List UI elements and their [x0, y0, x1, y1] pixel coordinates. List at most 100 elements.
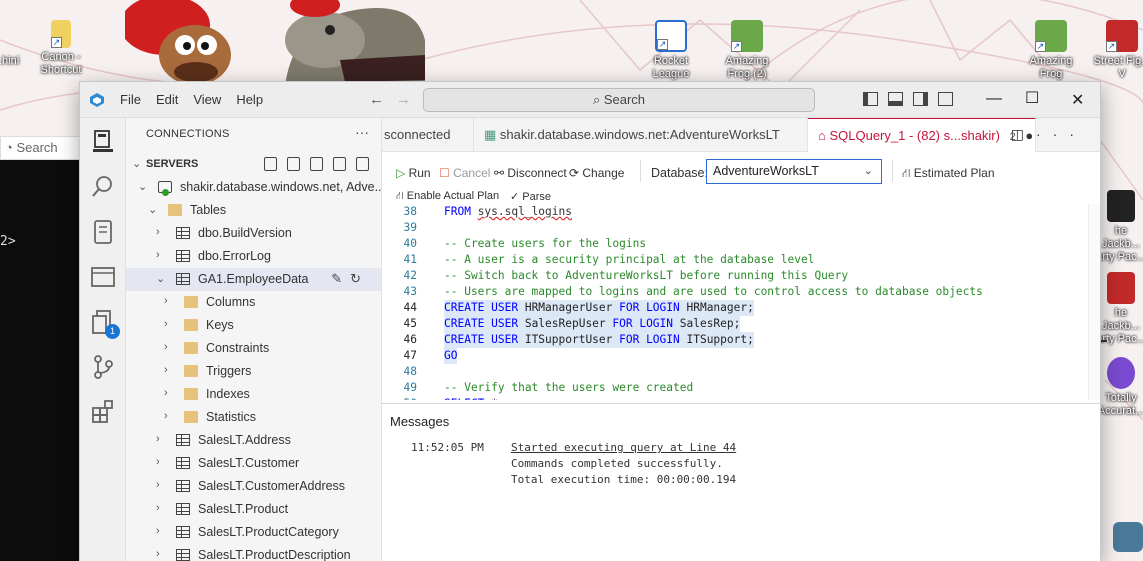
table-icon: [176, 227, 190, 239]
chevron-right-icon[interactable]: ›: [164, 341, 174, 353]
cancel-button[interactable]: ☐ Cancel: [439, 166, 490, 180]
tree-item-table[interactable]: › SalesLT.Address: [126, 429, 381, 452]
taskbar-search[interactable]: ◔ Search: [0, 136, 80, 160]
chevron-right-icon[interactable]: ›: [156, 548, 166, 560]
chevron-right-icon[interactable]: ›: [156, 479, 166, 491]
desktop-icon-jackbox-2[interactable]: he Jackb... arty Pac...: [1096, 272, 1143, 346]
servers-section-header[interactable]: ⌄ SERVERS: [126, 154, 381, 176]
disconnect-button[interactable]: ⚯ Disconnect: [494, 166, 567, 180]
run-button[interactable]: ▷ Run: [396, 166, 431, 180]
chevron-right-icon[interactable]: ›: [156, 249, 166, 261]
estimated-plan-button[interactable]: ⛙ Estimated Plan: [902, 166, 995, 182]
source-control-icon[interactable]: [89, 353, 117, 381]
desktop-icon-hearthstone[interactable]: [1108, 522, 1143, 555]
desktop-icon-rocket-league[interactable]: ↗ Rocket League: [641, 20, 701, 81]
code-token: sys.sql_logins: [477, 205, 572, 218]
tree-item-folder[interactable]: › Columns: [126, 291, 381, 314]
code-line: 41 -- A user is a security principal at t…: [382, 252, 1088, 268]
disconnect-icon: ⚯: [494, 166, 508, 180]
parse-button[interactable]: ✓ Parse: [510, 190, 551, 203]
minimize-button[interactable]: —: [986, 90, 1002, 108]
tree-item-table[interactable]: › SalesLT.Customer: [126, 452, 381, 475]
edit-data-icon[interactable]: ✎: [331, 271, 350, 286]
forward-arrow-icon[interactable]: →: [396, 91, 423, 108]
tree-item-table[interactable]: › dbo.BuildVersion: [126, 222, 381, 245]
close-button[interactable]: ✕: [1071, 90, 1084, 110]
chevron-right-icon[interactable]: ›: [156, 525, 166, 537]
desktop-icon-street-fighter[interactable]: ↗ Street Fig... V: [1092, 20, 1143, 81]
menu-help[interactable]: Help: [236, 92, 263, 107]
task-history-icon[interactable]: [89, 263, 117, 291]
maximize-button[interactable]: ☐: [1025, 88, 1039, 108]
chevron-right-icon[interactable]: ›: [164, 318, 174, 330]
command-center-search[interactable]: ⌕ Search: [423, 88, 815, 112]
show-hierarchy-icon[interactable]: [333, 157, 346, 171]
more-actions-icon[interactable]: ···: [355, 124, 369, 140]
chevron-right-icon[interactable]: ›: [156, 433, 166, 445]
tree-item-server[interactable]: ⌄ shakir.database.windows.net, Adve...: [126, 176, 381, 199]
desktop-icon-label: Rocket League: [652, 55, 690, 80]
chevron-down-icon[interactable]: ⌄: [148, 203, 158, 216]
editor-scrollbar[interactable]: [1088, 204, 1100, 400]
desktop-icon-jackbox-1[interactable]: he Jackb... arty Pac...: [1096, 190, 1143, 264]
notebooks-icon[interactable]: [89, 218, 117, 246]
tree-item-folder[interactable]: › Keys: [126, 314, 381, 337]
tab-disconnected[interactable]: sconnected: [374, 118, 474, 152]
enable-actual-plan-button[interactable]: ⛙ Enable Actual Plan: [396, 190, 499, 204]
desktop-icon[interactable]: ...hini: [0, 55, 26, 68]
chevron-right-icon[interactable]: ›: [156, 456, 166, 468]
tree-item-table[interactable]: › SalesLT.ProductDescription: [126, 544, 381, 561]
tree-item-folder[interactable]: › Indexes: [126, 383, 381, 406]
collapse-all-icon[interactable]: [356, 157, 369, 171]
folder-icon: [184, 296, 198, 308]
database-select[interactable]: AdventureWorksLT ⌄: [706, 159, 882, 184]
tab-adventureworks-dashboard[interactable]: ▦ shakir.database.windows.net:AdventureW…: [474, 118, 808, 152]
active-connections-icon[interactable]: [310, 157, 323, 171]
tree-item-table[interactable]: › SalesLT.Product: [126, 498, 381, 521]
new-server-group-icon[interactable]: [287, 157, 300, 171]
new-connection-icon[interactable]: [264, 157, 277, 171]
change-connection-button[interactable]: ⟳ Change: [569, 166, 624, 180]
toggle-sidebar-icon[interactable]: [863, 92, 878, 106]
desktop-icon-amazing-frog[interactable]: ↗ Amazing Frog: [1021, 20, 1081, 81]
customize-layout-icon[interactable]: [938, 92, 953, 106]
chevron-right-icon[interactable]: ›: [164, 410, 174, 422]
tree-item-folder[interactable]: › Triggers: [126, 360, 381, 383]
message-start-link[interactable]: Started executing query at Line 44: [511, 441, 736, 454]
desktop-icon-totally-accurate[interactable]: Totally Accurat...: [1096, 357, 1143, 418]
chevron-down-icon[interactable]: ⌄: [156, 272, 166, 285]
chevron-right-icon[interactable]: ›: [156, 502, 166, 514]
code-token: SalesRepUser: [524, 317, 613, 330]
tree-item-table[interactable]: › SalesLT.CustomerAddress: [126, 475, 381, 498]
split-editor-icon[interactable]: ◫: [1011, 126, 1036, 142]
sql-code-editor[interactable]: 38 FROM sys.sql_logins 39 40 -- Create users…: [382, 204, 1088, 400]
tree-item-table[interactable]: ⌄ GA1.EmployeeData ✎↻: [126, 268, 381, 291]
back-arrow-icon[interactable]: ←: [369, 91, 396, 108]
menu-edit[interactable]: Edit: [156, 92, 178, 107]
search-icon[interactable]: [89, 173, 117, 201]
server-toolbar: [264, 157, 369, 171]
chevron-right-icon[interactable]: ›: [164, 364, 174, 376]
chevron-right-icon[interactable]: ›: [156, 226, 166, 238]
line-number: 43: [403, 285, 417, 298]
menu-file[interactable]: File: [120, 92, 141, 107]
explorer-icon[interactable]: 1: [89, 308, 120, 339]
connections-icon[interactable]: [89, 128, 117, 156]
extensions-icon[interactable]: [89, 398, 117, 426]
chevron-down-icon[interactable]: ⌄: [138, 180, 148, 193]
tree-item-folder[interactable]: › Statistics: [126, 406, 381, 429]
toggle-panel-icon[interactable]: [888, 92, 903, 106]
desktop-icon-amazing-frog-2[interactable]: ↗ Amazing Frog (2): [717, 20, 777, 81]
desktop-icon-canon[interactable]: ↗ Canon - Shortcut: [31, 20, 91, 77]
toggle-secondary-sidebar-icon[interactable]: [913, 92, 928, 106]
refresh-icon[interactable]: ↻: [350, 271, 369, 286]
chevron-right-icon[interactable]: ›: [164, 295, 174, 307]
chevron-right-icon[interactable]: ›: [164, 387, 174, 399]
tree-item-table[interactable]: › SalesLT.ProductCategory: [126, 521, 381, 544]
tree-item-table[interactable]: › dbo.ErrorLog: [126, 245, 381, 268]
menu-view[interactable]: View: [193, 92, 221, 107]
tab-sqlquery-1[interactable]: ⌂ SQLQuery_1 - (82) s...shakir) 2 ●: [808, 118, 1036, 152]
tree-item-folder[interactable]: › Constraints: [126, 337, 381, 360]
more-actions-icon[interactable]: ···: [1036, 126, 1086, 142]
tree-item-folder[interactable]: ⌄ Tables: [126, 199, 381, 222]
